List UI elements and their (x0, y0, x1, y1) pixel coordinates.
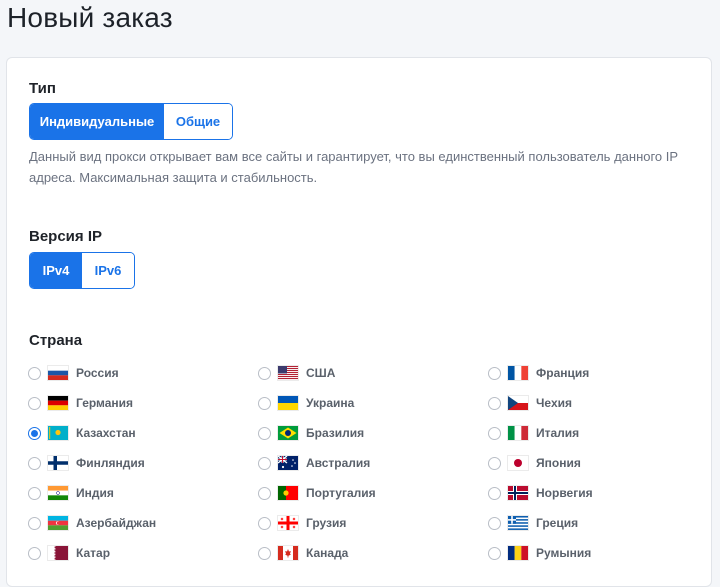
norway-flag-icon (507, 485, 529, 501)
country-name: Норвегия (536, 486, 593, 500)
country-option[interactable]: Германия (28, 393, 133, 413)
country-radio[interactable] (488, 516, 501, 530)
type-toggle: Индивидуальные Общие (29, 103, 233, 140)
country-option[interactable]: Чехия (488, 393, 572, 413)
brazil-flag-icon (277, 425, 299, 441)
country-name: Россия (76, 366, 119, 380)
ip-option-ipv4[interactable]: IPv4 (30, 253, 82, 288)
country-name: Индия (76, 486, 114, 500)
country-option[interactable]: Франция (488, 363, 589, 383)
country-option[interactable]: Румыния (488, 543, 591, 563)
usa-flag-icon (277, 365, 299, 381)
country-name: США (306, 366, 336, 380)
country-label: Страна (29, 332, 83, 349)
country-name: Канада (306, 546, 349, 560)
india-flag-icon (47, 485, 69, 501)
country-radio[interactable] (488, 366, 501, 380)
france-flag-icon (507, 365, 529, 381)
country-name: Франция (536, 366, 590, 380)
country-name: Финляндия (76, 456, 145, 470)
country-name: Катар (76, 546, 111, 560)
georgia-flag-icon (277, 515, 299, 531)
country-name: Казахстан (76, 426, 136, 440)
country-option[interactable]: Азербайджан (28, 513, 156, 533)
finland-flag-icon (47, 455, 69, 471)
page-title: Новый заказ (7, 2, 173, 33)
country-name: Италия (536, 426, 580, 440)
country-name: Азербайджан (76, 516, 157, 530)
country-radio[interactable] (258, 486, 271, 500)
russia-flag-icon (47, 365, 69, 381)
country-option[interactable]: Казахстан (28, 423, 136, 443)
country-option[interactable]: Греция (488, 513, 578, 533)
ip-version-label: Версия IP (29, 228, 102, 245)
country-radio[interactable] (28, 516, 41, 530)
italy-flag-icon (507, 425, 529, 441)
country-option[interactable]: Россия (28, 363, 119, 383)
greece-flag-icon (507, 515, 529, 531)
type-description: Данный вид прокси открывает вам все сайт… (29, 149, 678, 185)
ukraine-flag-icon (277, 395, 299, 411)
germany-flag-icon (47, 395, 69, 411)
country-radio[interactable] (28, 486, 41, 500)
order-form-card: Тип Индивидуальные Общие Данный вид прок… (6, 57, 712, 587)
country-option[interactable]: Япония (488, 453, 581, 473)
australia-flag-icon (277, 455, 299, 471)
country-name: Чехия (536, 396, 572, 410)
country-radio[interactable] (488, 456, 501, 470)
country-radio[interactable] (258, 516, 271, 530)
azerbaijan-flag-icon (47, 515, 69, 531)
country-name: Австралия (306, 456, 371, 470)
country-radio[interactable] (258, 366, 271, 380)
qatar-flag-icon (47, 545, 69, 561)
country-radio[interactable] (488, 426, 501, 440)
country-option[interactable]: Австралия (258, 453, 370, 473)
country-option[interactable]: Индия (28, 483, 114, 503)
country-name: Германия (76, 396, 134, 410)
country-radio[interactable] (28, 456, 41, 470)
country-option[interactable]: США (258, 363, 335, 383)
country-radio[interactable] (258, 426, 271, 440)
japan-flag-icon (507, 455, 529, 471)
country-option[interactable]: Канада (258, 543, 348, 563)
type-option-shared[interactable]: Общие (164, 104, 232, 139)
romania-flag-icon (507, 545, 529, 561)
type-option-individual[interactable]: Индивидуальные (30, 104, 164, 139)
country-option[interactable]: Италия (488, 423, 579, 443)
canada-flag-icon (277, 545, 299, 561)
country-option[interactable]: Грузия (258, 513, 346, 533)
country-name: Румыния (536, 546, 592, 560)
country-radio[interactable] (258, 456, 271, 470)
ip-option-ipv6[interactable]: IPv6 (82, 253, 134, 288)
country-radio[interactable] (258, 396, 271, 410)
country-radio[interactable] (258, 546, 271, 560)
country-name: Грузия (306, 516, 347, 530)
country-name: Бразилия (306, 426, 365, 440)
country-name: Япония (536, 456, 581, 470)
country-radio[interactable] (28, 546, 41, 560)
country-option[interactable]: Бразилия (258, 423, 364, 443)
ip-version-toggle: IPv4 IPv6 (29, 252, 135, 289)
country-radio[interactable] (488, 486, 501, 500)
country-option[interactable]: Норвегия (488, 483, 593, 503)
country-radio[interactable] (488, 546, 501, 560)
country-option[interactable]: Португалия (258, 483, 376, 503)
country-radio[interactable] (28, 396, 41, 410)
portugal-flag-icon (277, 485, 299, 501)
type-label: Тип (29, 80, 56, 97)
country-name: Португалия (306, 486, 376, 500)
czech-flag-icon (507, 395, 529, 411)
country-name: Украина (306, 396, 355, 410)
country-radio[interactable] (28, 426, 41, 440)
country-option[interactable]: Украина (258, 393, 354, 413)
country-radio[interactable] (488, 396, 501, 410)
country-radio[interactable] (28, 366, 41, 380)
country-name: Греция (536, 516, 579, 530)
kazakhstan-flag-icon (47, 425, 69, 441)
country-option[interactable]: Финляндия (28, 453, 145, 473)
country-option[interactable]: Катар (28, 543, 110, 563)
